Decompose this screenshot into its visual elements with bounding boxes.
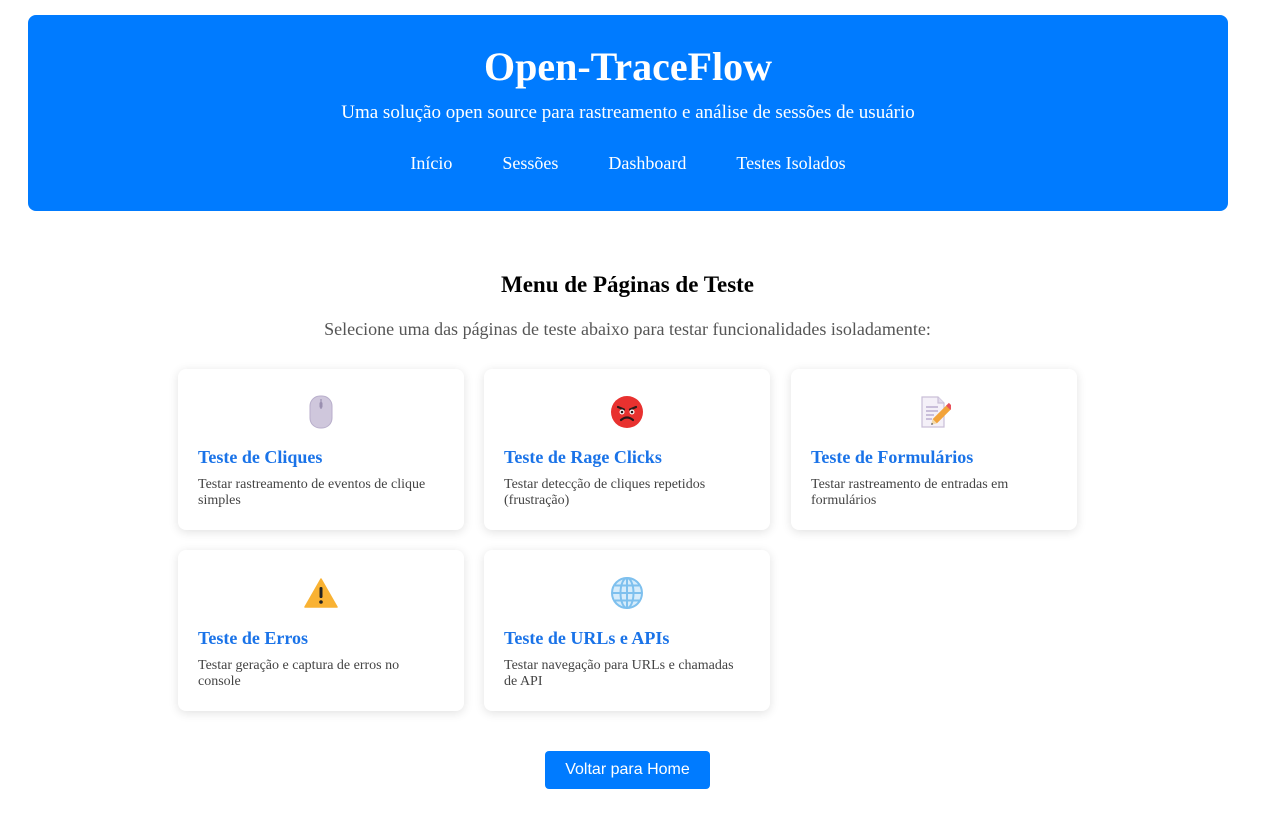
card-title: Teste de Cliques [198,447,323,467]
card-description: Testar detecção de cliques repetidos (fr… [504,477,706,508]
computer-mouse-icon [178,394,464,430]
site-subtitle: Uma solução open source para rastreament… [341,102,915,123]
page-title: Menu de Páginas de Teste [500,272,755,297]
card-description: Testar rastreamento de eventos de clique… [198,477,426,508]
globe-icon [484,575,770,611]
test-card-rage-clicks[interactable]: Teste de Rage Clicks Testar detecção de … [484,369,770,530]
card-title: Teste de Erros [198,628,308,648]
page-description: Selecione uma das páginas de teste abaix… [324,319,931,339]
nav-link-testes-isolados[interactable]: Testes Isolados [736,151,845,175]
card-description: Testar navegação para URLs e chamadas de… [504,658,734,689]
back-to-home-button[interactable]: Voltar para Home [545,751,710,789]
angry-face-icon [484,394,770,430]
site-title: Open-TraceFlow [483,44,773,89]
nav-link-inicio[interactable]: Início [410,151,452,175]
card-title: Teste de Rage Clicks [504,447,662,467]
warning-icon [178,575,464,611]
test-card-urls-apis[interactable]: Teste de URLs e APIs Testar navegação pa… [484,550,770,711]
test-card-erros[interactable]: Teste de Erros Testar geração e captura … [178,550,464,711]
card-description: Testar rastreamento de entradas em formu… [811,477,1009,508]
test-card-cliques[interactable]: Teste de Cliques Testar rastreamento de … [178,369,464,530]
memo-pencil-icon [791,394,1077,430]
test-card-formularios[interactable]: Teste de Formulários Testar rastreamento… [791,369,1077,530]
nav-link-dashboard[interactable]: Dashboard [608,151,686,175]
site-header: Open-TraceFlow Uma solução open source p… [28,15,1228,211]
card-description: Testar geração e captura de erros no con… [198,658,400,689]
main-nav: Início Sessões Dashboard Testes Isolados [28,151,1228,175]
card-title: Teste de Formulários [811,447,974,467]
nav-link-sessoes[interactable]: Sessões [502,151,558,175]
card-title: Teste de URLs e APIs [504,628,670,648]
